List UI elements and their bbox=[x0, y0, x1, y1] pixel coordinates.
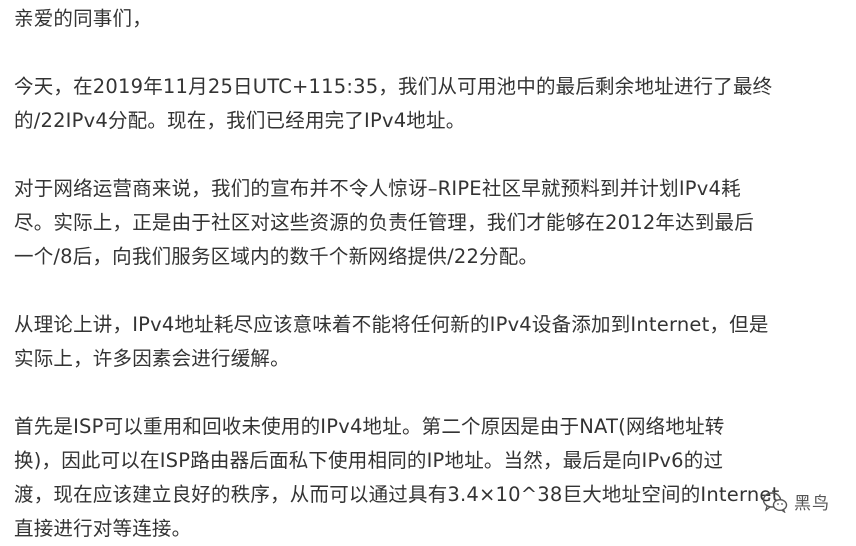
paragraph-line: 一个/8后，向我们服务区域内的数千个新网络提供/22分配。 bbox=[14, 245, 539, 268]
watermark-text: 黑鸟 bbox=[794, 494, 830, 514]
paragraph-2: 对于网络运营商来说，我们的宣布并不令人惊讶–RIPE社区早就预料到并计划IPv4… bbox=[14, 172, 844, 274]
article-body: 亲爱的同事们， 今天，在2019年11月25日UTC+115:35，我们从可用池… bbox=[14, 2, 844, 546]
paragraph-line: 的/22IPv4分配。现在，我们已经用完了IPv4地址。 bbox=[14, 109, 466, 132]
greeting: 亲爱的同事们， bbox=[14, 7, 152, 30]
paragraph-1: 今天，在2019年11月25日UTC+115:35，我们从可用池中的最后剩余地址… bbox=[14, 70, 844, 138]
paragraph-line: 尽。实际上，正是由于社区对这些资源的负责任管理，我们才能够在2012年达到最后 bbox=[14, 211, 754, 234]
wechat-icon bbox=[762, 491, 788, 513]
paragraph-line: 首先是ISP可以重用和回收未使用的IPv4地址。第二个原因是由于NAT(网络地址… bbox=[14, 415, 725, 438]
paragraph-line: 对于网络运营商来说，我们的宣布并不令人惊讶–RIPE社区早就预料到并计划IPv4… bbox=[14, 177, 741, 200]
paragraph-line: 从理论上讲，IPv4地址耗尽应该意味着不能将任何新的IPv4设备添加到Inter… bbox=[14, 313, 769, 336]
paragraph-line: 换)，因此可以在ISP路由器后面私下使用相同的IP地址。当然，最后是向IPv6的… bbox=[14, 449, 724, 472]
watermark: 黑鸟 bbox=[762, 489, 830, 514]
paragraph-3: 从理论上讲，IPv4地址耗尽应该意味着不能将任何新的IPv4设备添加到Inter… bbox=[14, 308, 844, 376]
paragraph-line: 今天，在2019年11月25日UTC+115:35，我们从可用池中的最后剩余地址… bbox=[14, 75, 773, 98]
paragraph-line: 直接进行对等连接。 bbox=[14, 517, 192, 540]
paragraph-line: 实际上，许多因素会进行缓解。 bbox=[14, 347, 290, 370]
paragraph-line: 渡，现在应该建立良好的秩序，从而可以通过具有3.4×10^38巨大地址空间的In… bbox=[14, 483, 780, 506]
paragraph-4: 首先是ISP可以重用和回收未使用的IPv4地址。第二个原因是由于NAT(网络地址… bbox=[14, 410, 844, 546]
